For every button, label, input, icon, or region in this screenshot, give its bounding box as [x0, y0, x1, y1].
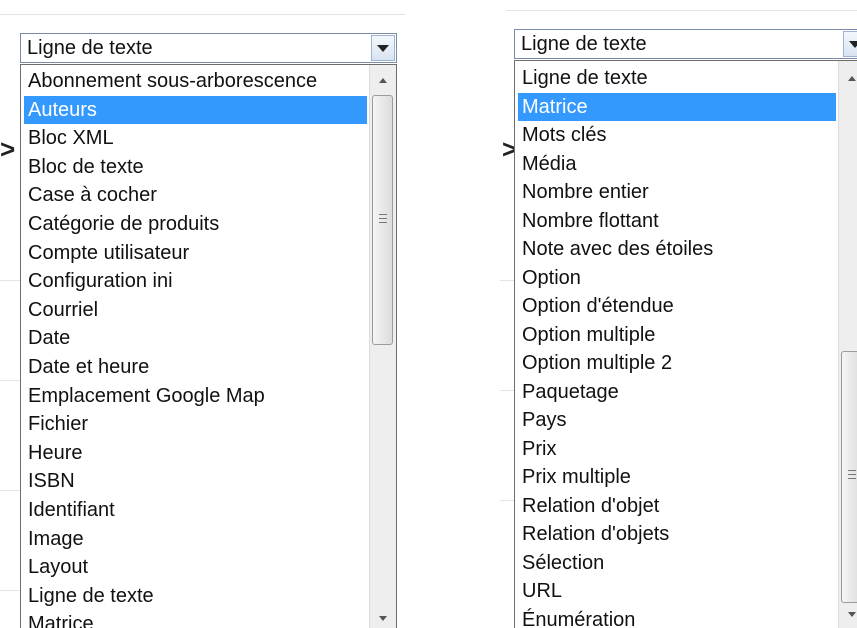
option-item[interactable]: Compte utilisateur	[24, 239, 367, 267]
option-item[interactable]: Option multiple	[518, 321, 836, 349]
grip-icon	[379, 214, 387, 215]
option-item[interactable]: Mots clés	[518, 121, 836, 149]
option-item[interactable]: Option multiple 2	[518, 349, 836, 377]
option-item[interactable]: Image	[24, 525, 367, 553]
option-item[interactable]: Date	[24, 324, 367, 352]
scroll-down-button[interactable]	[370, 607, 396, 628]
chevron-down-icon	[377, 44, 389, 52]
option-item[interactable]: Paquetage	[518, 378, 836, 406]
grip-icon	[379, 218, 387, 219]
scroll-up-button[interactable]	[839, 67, 857, 89]
page-divider	[0, 380, 20, 381]
option-item[interactable]: Relation d'objets	[518, 520, 836, 548]
combo-selected-value: Ligne de texte	[27, 37, 153, 59]
page-divider	[500, 390, 514, 391]
option-item[interactable]: Layout	[24, 553, 367, 581]
page-divider	[0, 590, 20, 591]
page-divider	[500, 280, 514, 281]
arrow-up-icon	[379, 77, 387, 83]
scrollbar[interactable]	[369, 65, 396, 628]
option-item[interactable]: Sélection	[518, 549, 836, 577]
option-item[interactable]: Ligne de texte	[24, 582, 367, 610]
option-item[interactable]: ISBN	[24, 467, 367, 495]
page-divider	[500, 500, 514, 501]
option-item[interactable]: Prix multiple	[518, 463, 836, 491]
page-divider	[0, 280, 20, 281]
page-divider	[0, 490, 20, 491]
grip-icon	[848, 470, 856, 471]
option-item[interactable]: Nombre entier	[518, 178, 836, 206]
page-divider	[506, 10, 857, 11]
option-item[interactable]: Case à cocher	[24, 181, 367, 209]
option-item[interactable]: Matrice	[24, 610, 367, 628]
screenshot-stage: > > Ligne de texte Abonnement sous-arbor…	[0, 0, 857, 628]
field-type-select-right[interactable]: Ligne de texte	[514, 29, 857, 59]
option-item[interactable]: Auteurs	[24, 95, 367, 124]
option-item[interactable]: Date et heure	[24, 353, 367, 381]
scrollbar[interactable]	[838, 61, 857, 628]
option-item[interactable]: Relation d'objet	[518, 492, 836, 520]
dropdown-button[interactable]	[843, 31, 857, 57]
option-item[interactable]: Abonnement sous-arborescence	[24, 67, 367, 95]
option-item[interactable]: Emplacement Google Map	[24, 382, 367, 410]
option-item[interactable]: Bloc XML	[24, 124, 367, 152]
option-item[interactable]: Nombre flottant	[518, 207, 836, 235]
field-type-select-left[interactable]: Ligne de texte	[20, 33, 397, 63]
combo-selected-value: Ligne de texte	[521, 33, 647, 55]
dropdown-list-left[interactable]: Abonnement sous-arborescence Auteurs Bloc …	[20, 64, 397, 628]
arrow-down-icon	[379, 615, 387, 621]
scroll-up-button[interactable]	[370, 69, 396, 91]
option-item[interactable]: Option	[518, 264, 836, 292]
option-item[interactable]: URL	[518, 577, 836, 605]
page-divider	[0, 14, 405, 15]
grip-icon	[848, 474, 856, 475]
option-item[interactable]: Configuration ini	[24, 267, 367, 295]
grip-icon	[379, 222, 387, 223]
option-item[interactable]: Prix	[518, 435, 836, 463]
option-item[interactable]: Note avec des étoiles	[518, 235, 836, 263]
option-item[interactable]: Catégorie de produits	[24, 210, 367, 238]
scroll-thumb[interactable]	[841, 351, 857, 603]
dropdown-list-right[interactable]: Ligne de texte Matrice Mots clés Média Nombr…	[514, 60, 857, 628]
scroll-thumb[interactable]	[372, 95, 393, 345]
page-heading-fragment: >	[0, 134, 16, 164]
grip-icon	[848, 478, 856, 479]
scroll-down-button[interactable]	[839, 603, 857, 625]
option-item[interactable]: Option d'étendue	[518, 292, 836, 320]
chevron-down-icon	[849, 40, 857, 48]
option-item[interactable]: Bloc de texte	[24, 153, 367, 181]
option-item[interactable]: Ligne de texte	[518, 64, 836, 92]
option-item[interactable]: Fichier	[24, 410, 367, 438]
option-item[interactable]: Identifiant	[24, 496, 367, 524]
dropdown-button[interactable]	[371, 35, 395, 61]
arrow-down-icon	[848, 611, 856, 617]
arrow-up-icon	[848, 75, 856, 81]
option-item[interactable]: Courriel	[24, 296, 367, 324]
option-item[interactable]: Pays	[518, 406, 836, 434]
option-item[interactable]: Énumération	[518, 606, 836, 628]
option-item[interactable]: Matrice	[518, 92, 836, 121]
option-item[interactable]: Média	[518, 150, 836, 178]
option-item[interactable]: Heure	[24, 439, 367, 467]
